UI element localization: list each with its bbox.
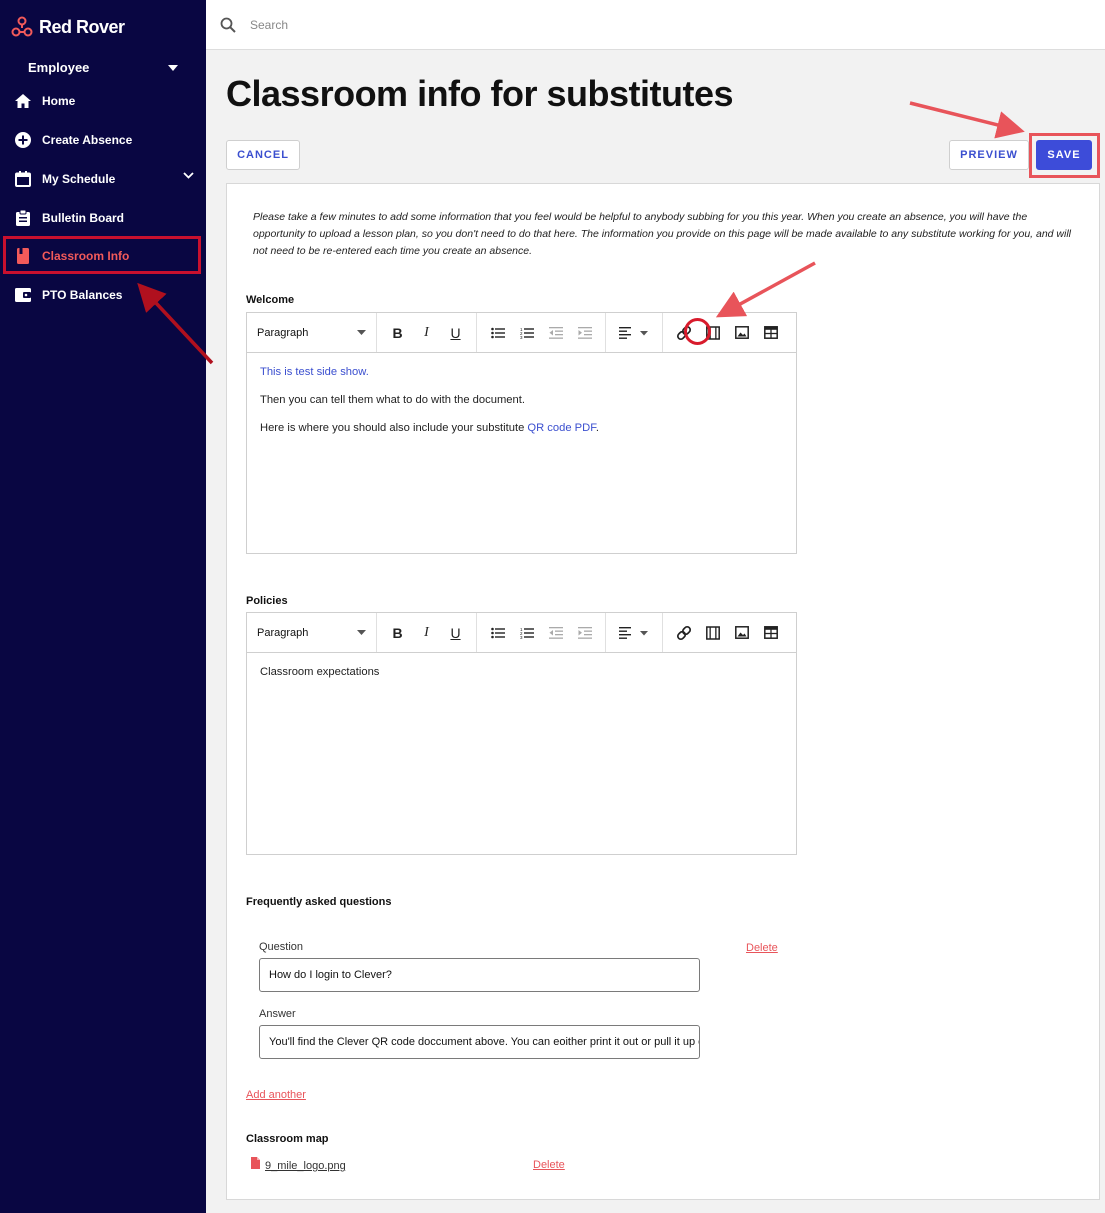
bullet-list-icon[interactable] xyxy=(483,620,512,646)
intro-text: Please take a few minutes to add some in… xyxy=(253,211,1072,257)
underline-icon[interactable]: U xyxy=(441,620,470,646)
align-left-icon[interactable] xyxy=(612,620,656,646)
caret-down-icon xyxy=(357,330,366,335)
caret-down-icon xyxy=(357,630,366,635)
sidebar-item-label: Create Absence xyxy=(42,133,133,147)
role-label: Employee xyxy=(28,60,90,75)
brand-name: Red Rover xyxy=(39,16,125,37)
qr-code-pdf-link[interactable]: QR code PDF xyxy=(527,422,595,434)
list-group: 123 xyxy=(477,313,606,352)
video-icon[interactable] xyxy=(698,620,727,646)
annotation-circle-link-button xyxy=(684,318,711,345)
paragraph-format-select[interactable]: Paragraph xyxy=(247,313,377,352)
sidebar-item-my-schedule[interactable]: My Schedule xyxy=(0,161,206,197)
cancel-button[interactable]: CANCEL xyxy=(226,140,300,170)
chevron-down-icon[interactable] xyxy=(183,172,194,179)
answer-label: Answer xyxy=(259,1008,296,1020)
sidebar-item-bulletin-board[interactable]: Bulletin Board xyxy=(0,200,206,236)
image-icon[interactable] xyxy=(727,620,756,646)
caret-down-icon xyxy=(168,64,178,71)
annotation-arrow-save xyxy=(909,101,1025,139)
paragraph-format-value: Paragraph xyxy=(257,626,309,639)
delete-map-link[interactable]: Delete xyxy=(533,1159,565,1171)
outdent-icon[interactable] xyxy=(541,620,570,646)
indent-icon[interactable] xyxy=(570,320,599,346)
sidebar-item-pto-balances[interactable]: PTO Balances xyxy=(0,277,206,313)
annotation-highlight-classroom-info xyxy=(3,236,201,274)
question-label: Question xyxy=(259,941,304,953)
question-input[interactable]: How do I login to Clever? xyxy=(259,958,700,992)
sidebar: Red Rover Employee Home Create Absence M… xyxy=(0,0,206,1213)
search-icon xyxy=(220,17,236,33)
table-icon[interactable] xyxy=(756,620,785,646)
svg-text:3: 3 xyxy=(520,635,523,639)
text-style-group: B I U xyxy=(377,313,477,352)
sidebar-item-home[interactable]: Home xyxy=(0,83,206,119)
sidebar-item-label: PTO Balances xyxy=(42,288,123,302)
bullet-list-icon[interactable] xyxy=(483,320,512,346)
underline-icon[interactable]: U xyxy=(441,320,470,346)
classroom-map-file-link[interactable]: 9_mile_logo.png xyxy=(265,1160,346,1172)
editor-toolbar: Paragraph B I U 123 xyxy=(247,613,796,653)
list-group: 123 xyxy=(477,613,606,652)
annotation-highlight-save xyxy=(1029,133,1100,178)
sidebar-item-create-absence[interactable]: Create Absence xyxy=(0,122,206,158)
home-icon xyxy=(14,92,32,110)
italic-icon[interactable]: I xyxy=(412,320,441,346)
bold-icon[interactable]: B xyxy=(383,320,412,346)
paragraph-format-value: Paragraph xyxy=(257,326,309,339)
clipboard-icon xyxy=(14,209,32,227)
top-search-bar[interactable]: Search xyxy=(206,0,1105,50)
preview-button[interactable]: PREVIEW xyxy=(949,140,1029,170)
brand-logo[interactable]: Red Rover xyxy=(11,14,125,40)
sidebar-item-label: Bulletin Board xyxy=(42,211,125,225)
insert-group xyxy=(663,613,791,652)
policies-label: Policies xyxy=(246,595,288,607)
numbered-list-icon[interactable]: 123 xyxy=(512,320,541,346)
sidebar-item-label: My Schedule xyxy=(42,172,116,186)
welcome-line-2: Then you can tell them what to do with t… xyxy=(260,394,525,406)
welcome-line-1[interactable]: This is test side show. xyxy=(260,365,783,380)
role-selector[interactable]: Employee xyxy=(28,60,178,75)
welcome-label: Welcome xyxy=(246,294,295,306)
bold-icon[interactable]: B xyxy=(383,620,412,646)
delete-faq-link[interactable]: Delete xyxy=(746,942,778,954)
plus-circle-icon xyxy=(14,131,32,149)
paragraph-format-select[interactable]: Paragraph xyxy=(247,613,377,652)
align-left-icon[interactable] xyxy=(612,320,656,346)
welcome-editor-content[interactable]: This is test side show. Then you can tel… xyxy=(247,353,796,461)
table-icon[interactable] xyxy=(756,320,785,346)
wallet-icon xyxy=(14,286,32,304)
svg-text:3: 3 xyxy=(520,335,523,339)
insert-group xyxy=(663,313,791,352)
numbered-list-icon[interactable]: 123 xyxy=(512,620,541,646)
classroom-map-label: Classroom map xyxy=(246,1133,329,1145)
welcome-line-3: Here is where you should also include yo… xyxy=(260,421,783,436)
red-rover-logo-icon xyxy=(11,16,33,37)
policies-editor[interactable]: Paragraph B I U 123 Classroom expectatio… xyxy=(246,612,797,855)
italic-icon[interactable]: I xyxy=(412,620,441,646)
faq-label: Frequently asked questions xyxy=(246,896,392,908)
link-icon[interactable] xyxy=(669,620,698,646)
file-icon xyxy=(251,1157,260,1169)
sidebar-item-label: Home xyxy=(42,94,76,108)
search-input[interactable]: Search xyxy=(250,18,288,32)
page-title: Classroom info for substitutes xyxy=(226,73,734,114)
indent-icon[interactable] xyxy=(570,620,599,646)
editor-toolbar: Paragraph B I U 123 xyxy=(247,313,796,353)
align-group xyxy=(606,613,663,652)
welcome-line-3-suffix: . xyxy=(595,422,599,434)
align-group xyxy=(606,313,663,352)
outdent-icon[interactable] xyxy=(541,320,570,346)
calendar-icon xyxy=(14,170,32,188)
welcome-editor[interactable]: Paragraph B I U 123 This is test side sh… xyxy=(246,312,797,554)
text-style-group: B I U xyxy=(377,613,477,652)
policies-line-1: Classroom expectations xyxy=(260,666,380,678)
policies-editor-content[interactable]: Classroom expectations xyxy=(247,653,796,705)
answer-input[interactable]: You'll find the Clever QR code doccument… xyxy=(259,1025,700,1059)
image-icon[interactable] xyxy=(727,320,756,346)
welcome-line-3-text: Here is where you should also include yo… xyxy=(260,422,528,434)
add-another-link[interactable]: Add another xyxy=(246,1089,306,1101)
